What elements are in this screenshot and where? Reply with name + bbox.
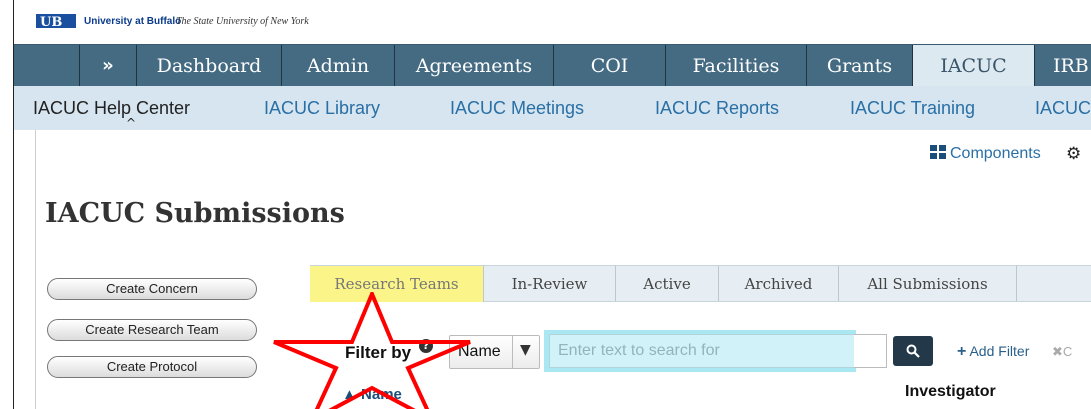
plus-icon: + [957,343,967,360]
tab-research-teams[interactable]: Research Teams [310,266,484,302]
submission-tabs: Research Teams In-Review Active Archived… [310,265,1091,302]
create-protocol-button[interactable]: Create Protocol [47,356,257,378]
subnav-item-library[interactable]: IACUC Library [264,86,380,130]
tab-active[interactable]: Active [616,266,719,302]
clear-filter-link[interactable]: ✖C [1052,344,1072,360]
nav-item-irb[interactable]: IRB [1035,45,1091,87]
nav-item-dashboard[interactable]: Dashboard [137,45,282,87]
subnav-item-reports[interactable]: IACUC Reports [655,86,779,130]
nav-item-grants[interactable]: Grants [807,45,913,87]
search-input[interactable] [549,334,887,368]
components-link[interactable]: Components [930,145,1041,163]
help-icon[interactable]: ? [419,339,433,353]
search-icon [906,344,920,358]
column-header-investigator[interactable]: Investigator [905,383,996,401]
svg-text:UB: UB [40,15,62,30]
tab-panel-border [484,301,1091,302]
chevron-down-icon: ▼ [520,342,531,358]
create-concern-button[interactable]: Create Concern [47,278,257,300]
institution-tagline: The State University of New York [176,16,309,27]
filter-label: Filter by [345,343,412,362]
subnav-item-more[interactable]: IACUC [1035,86,1091,130]
nav-item-coi[interactable]: COI [554,45,666,87]
nav-expand-button[interactable]: » [79,45,137,87]
select-divider [512,336,513,368]
subnav-item-meetings[interactable]: IACUC Meetings [450,86,584,130]
add-filter-label: Add Filter [969,343,1030,359]
tab-archived[interactable]: Archived [719,266,839,302]
search-button[interactable] [893,336,933,366]
nav-item-admin[interactable]: Admin [282,45,395,87]
grid-icon [930,145,946,159]
institution-name[interactable]: University at Buffalo [84,16,181,27]
secondary-nav: IACUC Help Center ^ IACUC Library IACUC … [14,86,1091,130]
column-name-label: Name [361,386,402,403]
tab-in-review[interactable]: In-Review [484,266,616,302]
filter-field-select[interactable]: Name ▼ [449,335,540,369]
primary-nav: » Dashboard Admin Agreements COI Facilit… [14,44,1091,87]
page-title: IACUC Submissions [45,198,345,229]
filter-field-value: Name [458,343,501,360]
site-header: UB University at Buffalo The State Unive… [14,0,1091,44]
nav-item-agreements[interactable]: Agreements [395,45,554,87]
caret-up-icon: ^ [126,116,137,130]
content-left-border [35,130,36,409]
subnav-item-training[interactable]: IACUC Training [850,86,975,130]
gear-icon[interactable]: ⚙ [1066,144,1081,164]
subnav-item-help-center[interactable]: IACUC Help Center [33,86,190,130]
create-research-team-button[interactable]: Create Research Team [47,319,257,341]
components-label: Components [950,145,1041,162]
tab-all-submissions[interactable]: All Submissions [839,266,1017,302]
nav-item-facilities[interactable]: Facilities [666,45,807,87]
add-filter-link[interactable]: + Add Filter [957,343,1029,361]
nav-item-iacuc[interactable]: IACUC [913,45,1035,87]
column-header-name[interactable]: ▲ Name [342,386,402,403]
close-icon: ✖ [1052,344,1063,359]
clear-filter-label: C [1062,344,1073,359]
ub-logo-icon: UB [36,14,76,30]
